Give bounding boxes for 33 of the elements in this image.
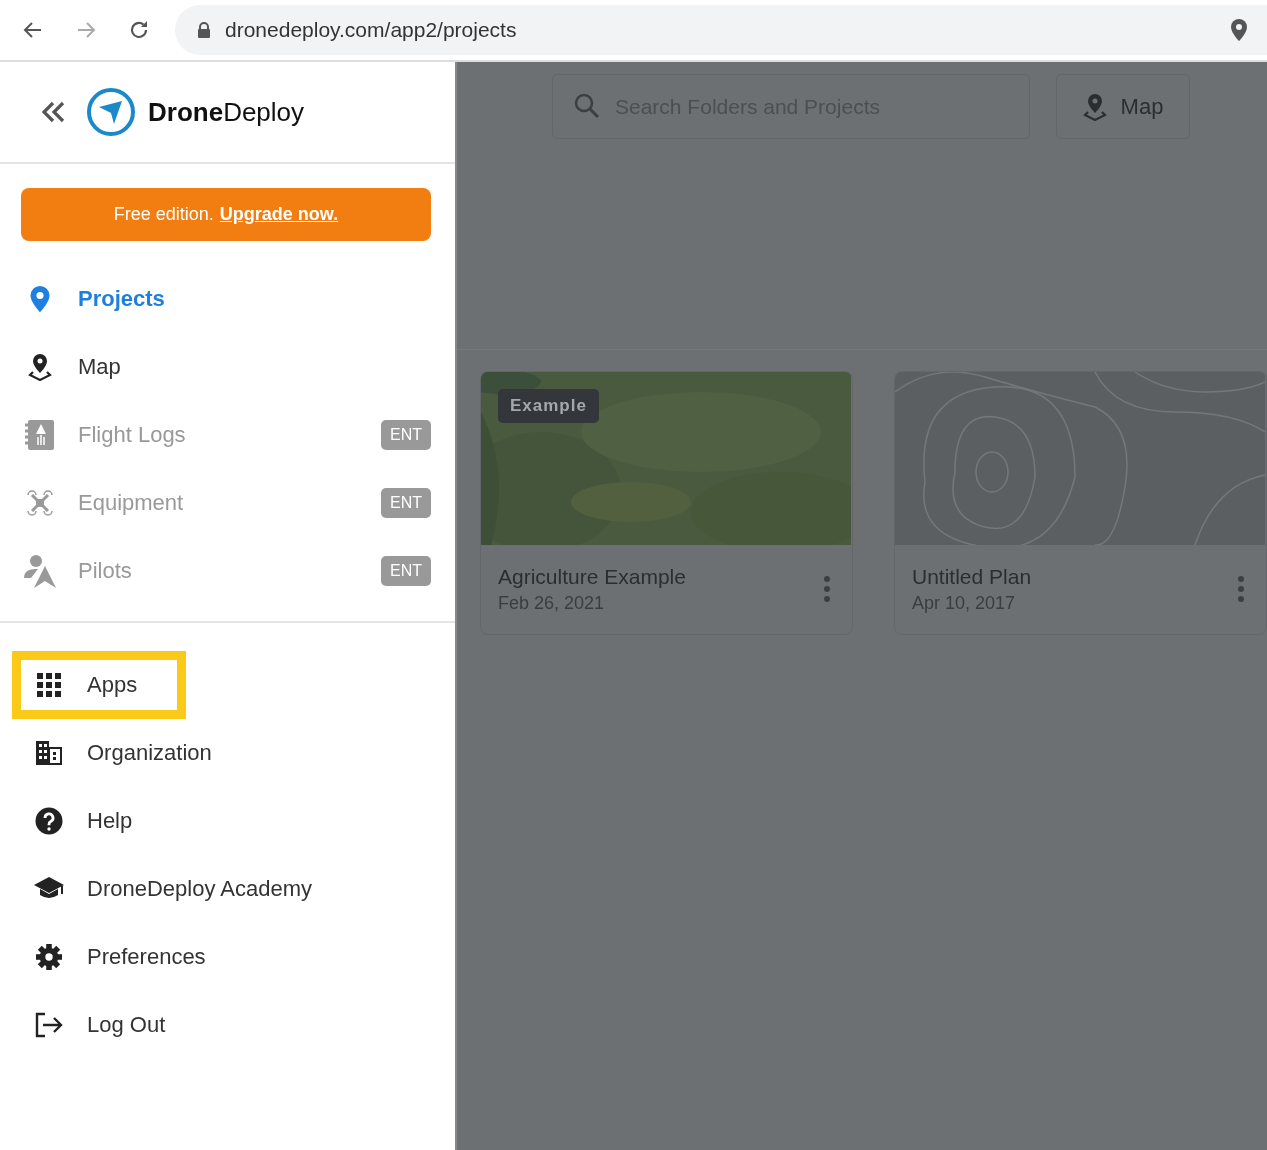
lock-icon <box>197 22 211 38</box>
menu-item[interactable]: Organization <box>12 719 261 787</box>
map-pin-icon <box>28 353 52 381</box>
map-pin-icon <box>1082 92 1107 121</box>
apps-grid-icon <box>37 673 61 697</box>
building-icon <box>35 740 63 766</box>
project-title: Untitled Plan <box>912 564 1033 589</box>
drone-icon <box>27 490 53 516</box>
menu-item[interactable]: Help <box>12 787 182 855</box>
logbook-icon <box>25 419 55 451</box>
nav-item[interactable]: Projects <box>0 265 431 333</box>
menu-item[interactable]: Preferences <box>12 923 255 991</box>
search-icon <box>574 93 600 119</box>
logout-icon <box>35 1012 63 1038</box>
pin-icon <box>30 286 50 312</box>
settings-icon <box>36 944 62 970</box>
help-icon <box>35 807 63 835</box>
address-bar[interactable]: dronedeploy.com/app2/projects <box>175 5 1267 55</box>
example-tag: Example <box>498 389 599 423</box>
collapse-icon[interactable] <box>40 101 66 123</box>
enterprise-badge: ENT <box>381 556 431 586</box>
logo-icon <box>86 87 136 137</box>
nav-item[interactable]: Map <box>0 333 431 401</box>
banner-text: Free edition. <box>113 204 214 225</box>
location-pin-icon[interactable] <box>1231 19 1247 41</box>
menu-item[interactable]: DroneDeploy Academy <box>12 855 361 923</box>
menu-item[interactable]: Log Out <box>12 991 215 1059</box>
enterprise-badge: ENT <box>381 420 431 450</box>
logo-text: DroneDeploy <box>148 96 305 128</box>
menu-item[interactable]: Apps <box>12 651 187 719</box>
pilot-icon <box>23 554 57 588</box>
enterprise-badge: ENT <box>381 488 431 518</box>
project-title: Agriculture Example <box>498 564 687 589</box>
